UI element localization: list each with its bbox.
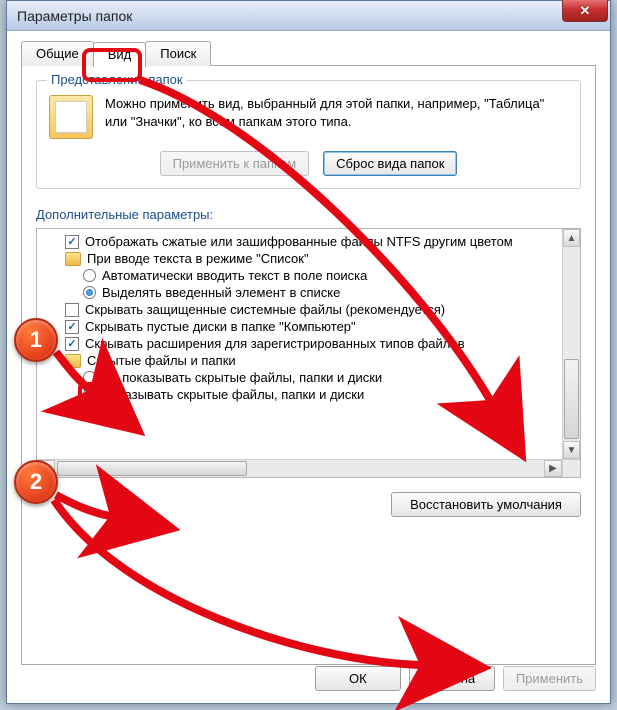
- close-icon: ✕: [580, 3, 591, 19]
- tab-strip: Общие Вид Поиск: [21, 41, 596, 66]
- annotation-step-1: 1: [14, 318, 58, 362]
- folder-views-group: Представление папок Можно применить вид,…: [36, 80, 581, 189]
- checkbox-hide-extensions[interactable]: ✓: [65, 337, 79, 351]
- horizontal-scrollbar[interactable]: ◀ ▶: [37, 459, 562, 477]
- folder-views-description: Можно применить вид, выбранный для этой …: [105, 95, 568, 130]
- row-type-ahead-select[interactable]: Выделять введенный элемент в списке: [39, 284, 560, 301]
- advanced-settings-list: ✓ Отображать сжатые или зашифрованные фа…: [36, 228, 581, 478]
- folder-node-icon: [65, 252, 81, 266]
- tab-general[interactable]: Общие: [21, 41, 94, 66]
- vertical-scrollbar[interactable]: ▲ ▼: [562, 229, 580, 459]
- vertical-scroll-thumb[interactable]: [564, 359, 579, 439]
- radio-type-ahead-select[interactable]: [83, 286, 96, 299]
- tab-view[interactable]: Вид: [93, 42, 147, 67]
- scroll-corner: [562, 459, 580, 477]
- checkbox-hide-empty-drives[interactable]: ✓: [65, 320, 79, 334]
- radio-type-ahead-auto[interactable]: [83, 269, 96, 282]
- row-show-hidden[interactable]: Показывать скрытые файлы, папки и диски: [39, 386, 560, 403]
- dialog-button-row: ОК Отмена Применить: [315, 666, 596, 691]
- scroll-down-arrow-icon[interactable]: ▼: [563, 441, 580, 459]
- close-button[interactable]: ✕: [562, 0, 608, 22]
- row-hide-empty-drives[interactable]: ✓ Скрывать пустые диски в папке "Компьют…: [39, 318, 560, 335]
- advanced-settings-label: Дополнительные параметры:: [36, 207, 581, 222]
- row-hide-protected[interactable]: Скрывать защищенные системные файлы (рек…: [39, 301, 560, 318]
- cancel-button[interactable]: Отмена: [409, 666, 495, 691]
- apply-to-folders-button[interactable]: Применить к папкам: [160, 151, 310, 176]
- reset-folders-button[interactable]: Сброс вида папок: [323, 151, 457, 176]
- folder-node-icon: [65, 354, 81, 368]
- row-type-ahead-auto[interactable]: Автоматически вводить текст в поле поиск…: [39, 267, 560, 284]
- client-area: Общие Вид Поиск Представление папок Можн…: [7, 31, 610, 675]
- checkbox-show-compressed[interactable]: ✓: [65, 235, 79, 249]
- tab-search[interactable]: Поиск: [145, 41, 211, 66]
- row-type-ahead-group[interactable]: При вводе текста в режиме "Список": [39, 250, 560, 267]
- titlebar[interactable]: Параметры папок ✕: [7, 1, 610, 31]
- horizontal-scroll-thumb[interactable]: [57, 461, 247, 476]
- annotation-step-2: 2: [14, 460, 58, 504]
- restore-defaults-button[interactable]: Восстановить умолчания: [391, 492, 581, 517]
- apply-button[interactable]: Применить: [503, 666, 596, 691]
- scroll-up-arrow-icon[interactable]: ▲: [563, 229, 580, 247]
- row-show-compressed[interactable]: ✓ Отображать сжатые или зашифрованные фа…: [39, 233, 560, 250]
- window-title: Параметры папок: [17, 8, 132, 24]
- row-dont-show-hidden[interactable]: Не показывать скрытые файлы, папки и дис…: [39, 369, 560, 386]
- checkbox-hide-protected[interactable]: [65, 303, 79, 317]
- advanced-settings-tree[interactable]: ✓ Отображать сжатые или зашифрованные фа…: [37, 229, 562, 459]
- folder-options-dialog: Параметры папок ✕ Общие Вид Поиск Предст…: [6, 0, 611, 704]
- radio-dont-show-hidden[interactable]: [83, 371, 96, 384]
- row-hide-extensions[interactable]: ✓ Скрывать расширения для зарегистрирова…: [39, 335, 560, 352]
- row-hidden-files-group[interactable]: Скрытые файлы и папки: [39, 352, 560, 369]
- ok-button[interactable]: ОК: [315, 666, 401, 691]
- radio-show-hidden[interactable]: [83, 388, 96, 401]
- scroll-right-arrow-icon[interactable]: ▶: [544, 460, 562, 477]
- tab-panel-view: Представление папок Можно применить вид,…: [21, 65, 596, 665]
- folder-views-title: Представление папок: [47, 72, 187, 87]
- folder-icon: [49, 95, 93, 139]
